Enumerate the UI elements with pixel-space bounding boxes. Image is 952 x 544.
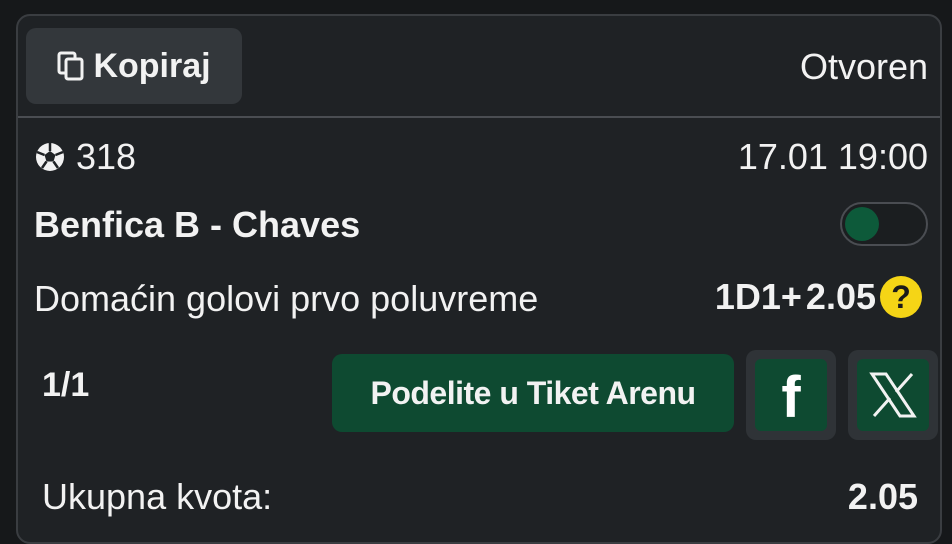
total-odds-label: Ukupna kvota: xyxy=(42,476,273,517)
help-icon[interactable]: ? xyxy=(880,276,922,318)
copy-button[interactable]: Kopiraj xyxy=(26,28,242,104)
x-icon-bg xyxy=(857,359,929,431)
pick-label: 1D1+ xyxy=(714,276,802,317)
ticket-card: Kopiraj Otvoren 318 17.01 19:00 Benfica … xyxy=(16,14,942,544)
facebook-icon-bg: f xyxy=(755,359,827,431)
match-id-row: 318 xyxy=(34,136,136,178)
match-teams: Benfica B - Chaves xyxy=(34,204,361,245)
soccer-ball-icon xyxy=(36,143,64,171)
pick-odds-value: 2.05 xyxy=(805,276,876,317)
share-tiket-arena-button[interactable]: Podelite u Tiket Arenu xyxy=(332,354,734,432)
ticket-status: Otvoren xyxy=(799,46,928,87)
match-datetime: 17.01 19:00 xyxy=(737,136,928,177)
match-id: 318 xyxy=(76,136,137,177)
total-odds-value: 2.05 xyxy=(847,476,918,517)
x-icon xyxy=(869,372,917,418)
facebook-icon: f xyxy=(781,365,801,430)
toggle-knob xyxy=(845,207,879,241)
facebook-share-button[interactable]: f xyxy=(746,350,836,440)
x-share-button[interactable] xyxy=(848,350,938,440)
pick-odds: 1D1+ 2.05 ? xyxy=(715,276,922,318)
header-divider xyxy=(18,116,940,118)
copy-label: Kopiraj xyxy=(93,46,211,85)
ticket-count: 1/1 xyxy=(42,366,90,404)
match-toggle[interactable] xyxy=(840,202,928,246)
copy-icon xyxy=(57,51,84,81)
market-name: Domaćin golovi prvo poluvreme xyxy=(34,278,539,319)
